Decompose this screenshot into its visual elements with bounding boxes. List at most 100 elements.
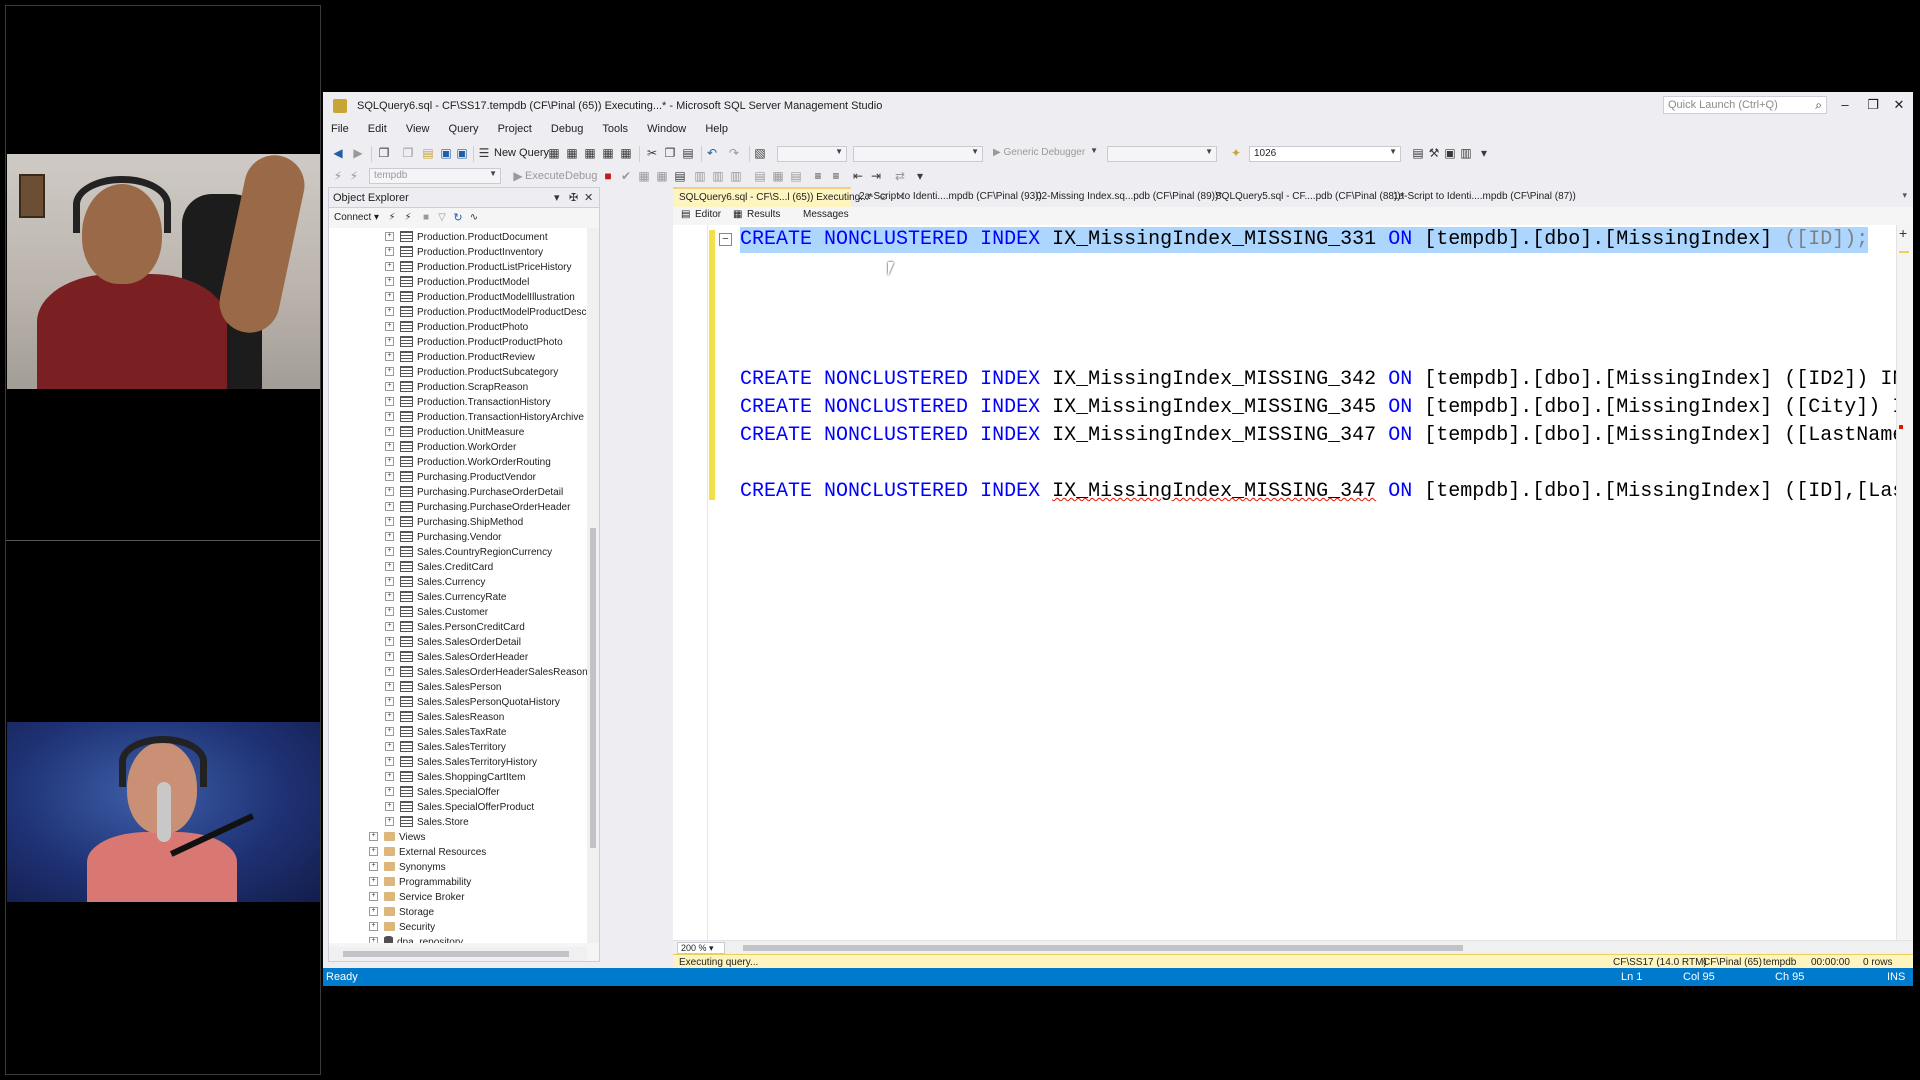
search-icon[interactable]: ⌕ <box>1815 98 1822 113</box>
expand-icon[interactable]: + <box>385 756 394 766</box>
expand-icon[interactable]: + <box>385 726 394 736</box>
expand-icon[interactable]: + <box>385 666 394 676</box>
new-query-icon[interactable]: ☰ <box>477 146 491 160</box>
query-designer-icon[interactable]: ▦ <box>655 169 669 183</box>
menu-project[interactable]: Project <box>490 120 540 135</box>
parse-icon[interactable]: ✔ <box>619 169 633 183</box>
tree-folder-item[interactable]: + Synonyms <box>369 860 446 875</box>
tree-table-item[interactable]: + Sales.SalesTerritory <box>385 740 506 755</box>
tree-table-item[interactable]: + Sales.SpecialOffer <box>385 785 500 800</box>
debug-button[interactable]: Debug <box>565 170 597 182</box>
scrollbar-thumb[interactable] <box>343 951 569 957</box>
tab-02-missing-index[interactable]: 02-Missing Index.sq...pdb (CF\Pinal (89)… <box>1030 187 1228 207</box>
tree-table-item[interactable]: + Sales.CreditCard <box>385 560 493 575</box>
add-item-icon[interactable]: ❐ <box>401 146 415 160</box>
query-options-icon[interactable]: ▤ <box>673 169 687 183</box>
analysis-mdx-query-icon[interactable]: ▦ <box>565 146 579 160</box>
expand-icon[interactable]: + <box>385 606 394 616</box>
tree-table-item[interactable]: + Production.TransactionHistoryArchive <box>385 410 584 425</box>
expand-icon[interactable]: + <box>385 786 394 796</box>
display-plan-icon[interactable]: ▦ <box>637 169 651 183</box>
tree-folder-item[interactable]: + Views <box>369 830 426 845</box>
tree-folder-item[interactable]: + Service Broker <box>369 890 465 905</box>
expand-icon[interactable]: + <box>385 801 394 811</box>
tree-table-item[interactable]: + Sales.CountryRegionCurrency <box>385 545 552 560</box>
expand-icon[interactable]: + <box>385 771 394 781</box>
close-panel-icon[interactable]: ✕ <box>584 191 593 204</box>
expand-icon[interactable]: + <box>385 516 394 526</box>
tree-database-item[interactable]: + dpa_repository <box>369 935 463 943</box>
tree-vertical-scrollbar[interactable] <box>587 228 599 943</box>
expand-icon[interactable]: + <box>369 936 378 943</box>
menu-help[interactable]: Help <box>697 120 736 135</box>
tree-table-item[interactable]: + Sales.SalesPerson <box>385 680 502 695</box>
toolbar-overflow-icon[interactable]: ▾ <box>1477 146 1491 160</box>
expand-icon[interactable]: + <box>385 621 394 631</box>
close-button[interactable]: ✕ <box>1889 97 1909 113</box>
toolbar2-overflow-icon[interactable]: ▾ <box>913 169 927 183</box>
expand-icon[interactable]: + <box>369 891 378 901</box>
cancel-query-icon[interactable]: ■ <box>601 169 615 183</box>
expand-icon[interactable]: + <box>385 426 394 436</box>
debug-target-combo[interactable]: ▼ <box>1107 146 1217 162</box>
tree-table-item[interactable]: + Production.ProductModel <box>385 275 529 290</box>
expand-icon[interactable]: + <box>385 816 394 826</box>
results-grid-icon[interactable]: ▦ <box>771 169 785 183</box>
tree-table-item[interactable]: + Sales.Store <box>385 815 469 830</box>
tree-table-item[interactable]: + Production.ProductListPriceHistory <box>385 260 572 275</box>
execute-icon[interactable]: ▶ <box>511 169 525 183</box>
menu-window[interactable]: Window <box>639 120 694 135</box>
expand-icon[interactable]: + <box>385 561 394 571</box>
connect-icon[interactable]: ⚡ <box>385 211 399 225</box>
intellisense-icon[interactable]: ▥ <box>693 169 707 183</box>
tree-table-item[interactable]: + Sales.SalesOrderHeader <box>385 650 528 665</box>
tree-table-item[interactable]: + Production.ProductModelProductDescripti… <box>385 305 587 320</box>
expand-icon[interactable]: + <box>369 876 378 886</box>
scrollbar-thumb[interactable] <box>590 528 596 848</box>
maximize-button[interactable]: ❐ <box>1863 97 1883 113</box>
activity-monitor-icon[interactable]: ∿ <box>467 211 481 225</box>
expand-icon[interactable]: + <box>369 906 378 916</box>
tree-table-item[interactable]: + Sales.Customer <box>385 605 488 620</box>
expand-icon[interactable]: + <box>385 336 394 346</box>
tab-2a-script[interactable]: 2a-Script to Identi....mpdb (CF\Pinal (9… <box>853 187 1048 207</box>
refresh-icon[interactable]: ↻ <box>451 211 465 225</box>
expand-icon[interactable]: + <box>385 381 394 391</box>
toolbox-icon[interactable]: ▣ <box>1443 146 1457 160</box>
minimize-button[interactable]: – <box>1835 97 1855 112</box>
find-combo[interactable]: 1026 ▼ <box>1249 146 1401 162</box>
connect-icon[interactable]: ⚡ <box>331 169 345 183</box>
menu-debug[interactable]: Debug <box>543 120 591 135</box>
menu-edit[interactable]: Edit <box>360 120 395 135</box>
expand-icon[interactable]: + <box>385 321 394 331</box>
save-all-icon[interactable]: ▣ <box>455 146 469 160</box>
tree-table-item[interactable]: + Production.ProductInventory <box>385 245 543 260</box>
tree-horizontal-scrollbar[interactable] <box>329 947 587 961</box>
expand-icon[interactable]: + <box>385 261 394 271</box>
db-engine-query-icon[interactable]: ▦ <box>547 146 561 160</box>
subtab-messages[interactable]: Messages <box>803 209 849 220</box>
tree-table-item[interactable]: + Purchasing.PurchaseOrderDetail <box>385 485 563 500</box>
tree-table-item[interactable]: + Production.WorkOrderRouting <box>385 455 551 470</box>
tree-folder-item[interactable]: + Security <box>369 920 435 935</box>
expand-icon[interactable]: + <box>385 741 394 751</box>
find-in-files-icon[interactable]: ✦ <box>1229 146 1243 160</box>
back-icon[interactable]: ◀ <box>331 146 345 160</box>
tree-table-item[interactable]: + Purchasing.ProductVendor <box>385 470 536 485</box>
expand-icon[interactable]: + <box>369 831 378 841</box>
expand-icon[interactable]: + <box>385 396 394 406</box>
expand-icon[interactable]: + <box>385 711 394 721</box>
paste-icon[interactable]: ▤ <box>681 146 695 160</box>
change-connection-icon[interactable]: ⚡ <box>347 169 361 183</box>
comment-icon[interactable]: ≡ <box>811 169 825 183</box>
expand-icon[interactable]: + <box>385 591 394 601</box>
debugger-combo[interactable]: ▶ Generic Debugger ▼ <box>989 146 1101 162</box>
uncomment-icon[interactable]: ≡ <box>829 169 843 183</box>
wrench-icon[interactable]: ⚒ <box>1427 146 1441 160</box>
connect-button[interactable]: Connect ▾ <box>334 212 379 223</box>
expand-icon[interactable]: + <box>385 651 394 661</box>
scrollbar-thumb[interactable] <box>743 945 1463 951</box>
panel-menu-icon[interactable]: ▾ <box>554 191 560 204</box>
expand-icon[interactable]: + <box>385 276 394 286</box>
tree-folder-item[interactable]: + Programmability <box>369 875 471 890</box>
